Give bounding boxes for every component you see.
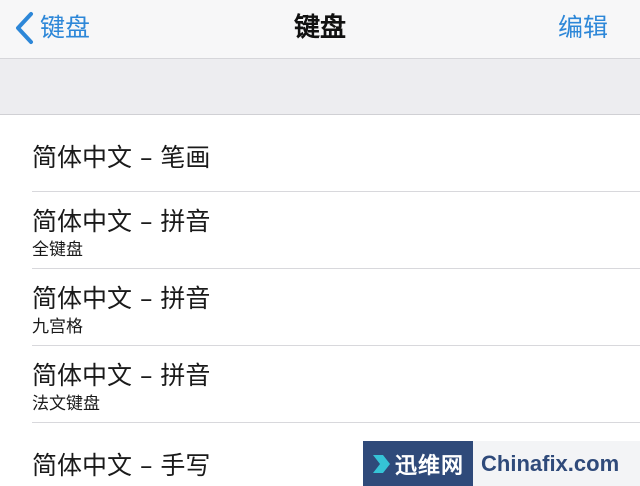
keyboard-row-pinyin-9key[interactable]: 简体中文 – 拼音 九宫格 bbox=[0, 269, 640, 346]
watermark-en-text: Chinafix.com bbox=[481, 450, 620, 476]
keyboard-row-subtitle: 九宫格 bbox=[32, 317, 83, 337]
keyboard-row-subtitle: 全键盘 bbox=[32, 240, 83, 260]
keyboard-row-stroke[interactable]: 简体中文 – 笔画 bbox=[0, 115, 640, 192]
keyboard-row-title: 简体中文 – 手写 bbox=[32, 451, 211, 480]
page-title: 键盘 bbox=[293, 13, 346, 43]
keyboard-row-subtitle: 法文键盘 bbox=[32, 394, 100, 414]
keyboard-settings-screen: 键盘 键盘 编辑 简体中文 – 笔画 简体中文 – 拼音 全键盘 简体中文 – … bbox=[0, 0, 640, 486]
arrow-right-icon bbox=[371, 453, 391, 475]
watermark: 迅维网 Chinafix.com bbox=[363, 441, 640, 486]
keyboard-row-title: 简体中文 – 拼音 bbox=[32, 284, 211, 313]
keyboard-row-pinyin-full[interactable]: 简体中文 – 拼音 全键盘 bbox=[0, 192, 640, 269]
navigation-bar: 键盘 键盘 编辑 bbox=[0, 0, 640, 58]
keyboard-list: 简体中文 – 笔画 简体中文 – 拼音 全键盘 简体中文 – 拼音 九宫格 简体… bbox=[0, 115, 640, 486]
keyboard-row-pinyin-french[interactable]: 简体中文 – 拼音 法文键盘 bbox=[0, 346, 640, 423]
keyboard-row-title: 简体中文 – 拼音 bbox=[32, 361, 211, 390]
keyboard-row-title: 简体中文 – 拼音 bbox=[32, 207, 211, 236]
watermark-domain-block: Chinafix.com bbox=[473, 441, 640, 486]
watermark-logo-block: 迅维网 bbox=[363, 441, 473, 486]
keyboard-row-title: 简体中文 – 笔画 bbox=[32, 143, 211, 172]
watermark-cn-text: 迅维网 bbox=[395, 453, 465, 479]
section-header-spacer bbox=[0, 58, 640, 115]
edit-button[interactable]: 编辑 bbox=[558, 8, 608, 48]
